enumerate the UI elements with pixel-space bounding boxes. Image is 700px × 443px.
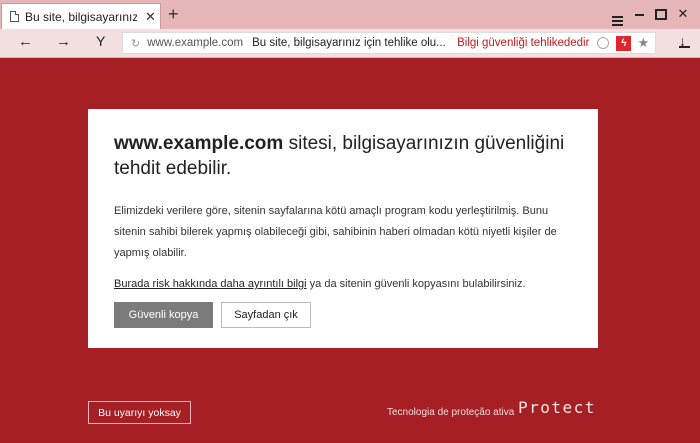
warning-card: www.example.com sitesi, bilgisayarınızın… [88, 109, 598, 348]
info-line: Burada risk hakkında daha ayrıntılı bilg… [114, 278, 574, 290]
headline-site: www.example.com [114, 133, 284, 154]
address-bar[interactable]: ↻ www.example.com Bu site, bilgisayarını… [122, 32, 656, 54]
minimize-icon [634, 6, 644, 21]
reload-icon[interactable]: ↻ [131, 37, 140, 50]
browser-window: Bu site, bilgisayarınız için ✕ + ✕ ← → Y… [0, 0, 700, 443]
security-warning-text[interactable]: Bilgi güvenliği tehlikededir [457, 37, 589, 49]
safe-copy-button[interactable]: Güvenli kopya [114, 302, 213, 328]
back-arrow-icon[interactable]: ← [18, 33, 33, 50]
info-line-text: ya da sitenin güvenli kopyasını bulabili… [306, 278, 526, 290]
protect-badge-icon[interactable]: ϟ [616, 35, 632, 51]
close-window-icon[interactable]: ✕ [672, 5, 694, 30]
maximize-button[interactable] [650, 5, 672, 30]
menu-icon [606, 12, 628, 30]
globe-icon[interactable] [597, 37, 610, 49]
tab-strip: Bu site, bilgisayarınız için ✕ + ✕ [0, 0, 700, 30]
download-icon: ↓ [679, 33, 686, 49]
toolbar: ← → Y ↻ www.example.com Bu site, bilgisa… [0, 29, 700, 58]
window-controls: ✕ [606, 5, 694, 30]
minimize-button[interactable] [628, 5, 650, 30]
tab-active[interactable]: Bu site, bilgisayarınız için ✕ [1, 3, 161, 29]
warning-headline: www.example.com sitesi, bilgisayarınızın… [114, 131, 574, 181]
risk-info-link[interactable]: Burada risk hakkında daha ayrıntılı bilg… [114, 278, 307, 290]
leave-page-button[interactable]: Sayfadan çık [221, 302, 311, 328]
download-button[interactable]: ↓ [679, 33, 690, 49]
new-tab-button[interactable]: + [168, 4, 179, 24]
ignore-warning-button[interactable]: Bu uyarıyı yoksay [88, 401, 191, 424]
address-domain: www.example.com [147, 37, 244, 49]
tab-title: Bu site, bilgisayarınız için [25, 9, 137, 24]
tab-close-icon[interactable]: ✕ [145, 9, 156, 25]
page-icon [10, 11, 19, 22]
protection-tech-text: Tecnologia de proteção ativa [387, 407, 515, 418]
bookmark-star-icon[interactable]: ★ [637, 35, 649, 51]
forward-arrow-icon[interactable]: → [56, 33, 71, 50]
protect-logo: Protect [518, 398, 596, 417]
menu-button[interactable] [606, 5, 628, 30]
address-page-title: Bu site, bilgisayarınız için tehlike olu… [252, 37, 446, 49]
maximize-icon [655, 6, 667, 21]
y-browser-button[interactable]: Y [96, 33, 105, 49]
action-buttons: Güvenli kopya Sayfadan çık [114, 302, 574, 328]
warning-description: Elimizdeki verilere göre, sitenin sayfal… [114, 205, 557, 259]
